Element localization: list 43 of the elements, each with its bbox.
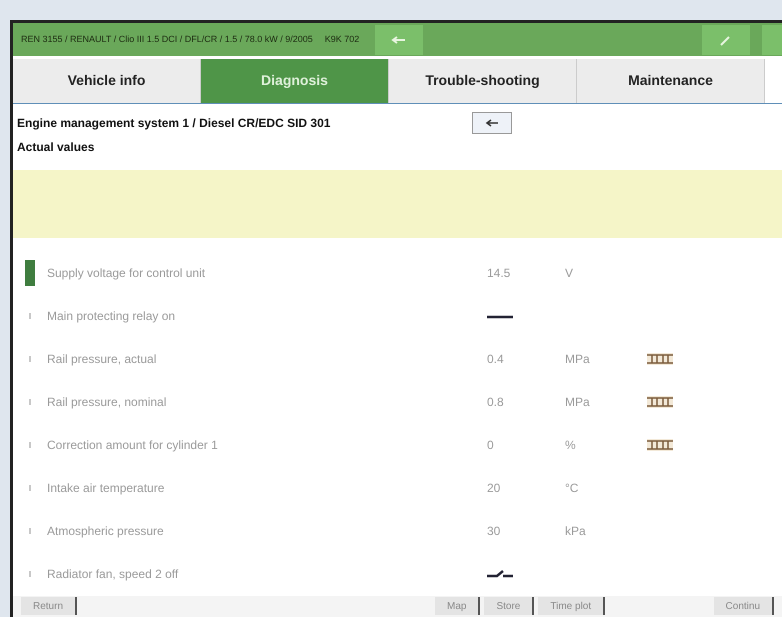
engine-code: K9K 702 — [324, 32, 360, 46]
graph-icon[interactable] — [647, 439, 673, 452]
toolbar-button[interactable]: Map — [435, 597, 480, 616]
parameter-unit: °C — [565, 480, 580, 498]
parameter-value: 0 — [487, 437, 495, 454]
back-arrow-icon — [485, 118, 499, 127]
tab[interactable]: Vehicle info — [13, 59, 201, 103]
selection-marker[interactable] — [25, 260, 35, 286]
toolbar-button[interactable]: Time plot — [538, 597, 606, 616]
tool-button[interactable] — [702, 24, 750, 54]
parameter-value: 0.4 — [487, 351, 505, 368]
tab[interactable]: Diagnosis — [201, 59, 389, 103]
toolbar-button[interactable]: Return — [21, 597, 78, 616]
graph-icon[interactable] — [647, 353, 673, 366]
parameter-unit: kPa — [565, 523, 587, 540]
parameter-name: Supply voltage for control unit — [47, 265, 206, 282]
parameter-name: Main protecting relay on — [47, 308, 176, 326]
parameter-unit: MPa — [565, 351, 591, 368]
parameter-unit: % — [565, 437, 577, 454]
parameter-name: Radiator fan, speed 2 off — [47, 566, 180, 584]
breadcrumb: Engine management system 1 / Diesel CR/EDC SID 301 — [17, 114, 332, 132]
back-button[interactable] — [472, 112, 512, 134]
parameter-name: Intake air temperature — [47, 480, 166, 498]
toolbar-button[interactable]: Store — [484, 597, 534, 616]
vehicle-info: REN 3155 / RENAULT / Clio III 1.5 DCI / DFL/CR / 1.5 / 78.0 kW / 9/2005 — [21, 32, 313, 46]
parameter-name: Rail pressure, nominal — [47, 394, 168, 412]
parameter-value: 20 — [487, 480, 502, 498]
parameter-name: Rail pressure, actual — [47, 351, 158, 368]
parameter-name: Atmospheric pressure — [47, 523, 165, 540]
parameter-value: 14.5 — [487, 265, 512, 282]
parameter-unit: MPa — [565, 394, 591, 412]
tool-button[interactable] — [762, 24, 782, 54]
back-arrow-icon — [391, 36, 408, 44]
parameter-unit: V — [565, 265, 574, 282]
toolbar-button[interactable]: Continu — [714, 597, 774, 616]
section-title: Actual values — [16, 138, 96, 156]
parameter-value: 30 — [487, 523, 502, 540]
graph-icon[interactable] — [647, 396, 673, 408]
parameter-value: 0.8 — [487, 394, 505, 412]
return-button[interactable] — [375, 24, 424, 54]
tab[interactable]: Trouble-shooting — [389, 59, 577, 103]
tab[interactable]: Maintenance — [577, 59, 765, 103]
parameter-name: Correction amount for cylinder 1 — [47, 437, 219, 454]
